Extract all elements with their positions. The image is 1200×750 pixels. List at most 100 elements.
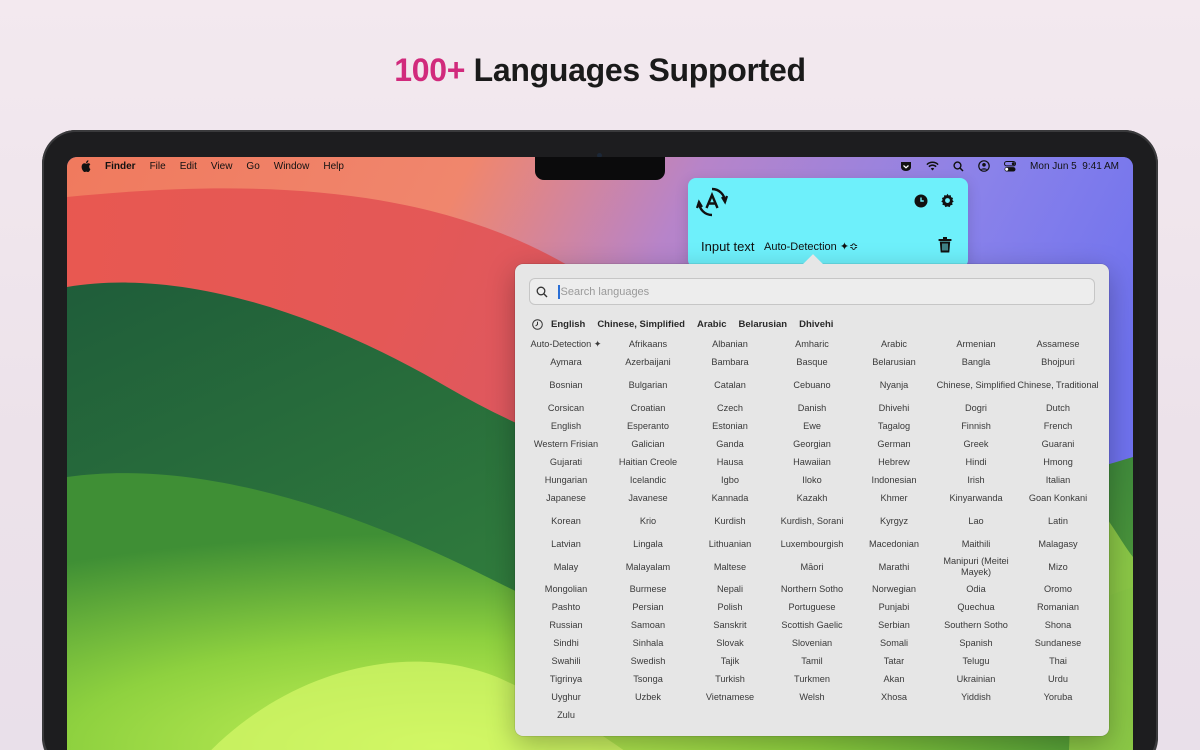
language-option[interactable]: Maithili (935, 535, 1017, 553)
language-option[interactable]: Romanian (1017, 599, 1099, 617)
language-option[interactable]: Lao (935, 507, 1017, 535)
language-option[interactable]: Belarusian (853, 354, 935, 372)
language-option[interactable]: Odia (935, 581, 1017, 599)
language-option[interactable]: Javanese (607, 489, 689, 507)
language-option[interactable]: Xhosa (853, 688, 935, 706)
language-option[interactable]: Portuguese (771, 599, 853, 617)
language-option[interactable]: Quechua (935, 599, 1017, 617)
language-option[interactable]: Catalan (689, 372, 771, 400)
language-option[interactable]: Tagalog (853, 418, 935, 436)
language-option[interactable]: German (853, 436, 935, 454)
source-language-selector[interactable]: Auto-Detection ✦≎ (764, 240, 858, 253)
language-search-input[interactable] (560, 285, 1061, 298)
language-option[interactable]: Korean (525, 507, 607, 535)
recent-language-item[interactable]: Arabic (697, 319, 727, 330)
language-option[interactable]: Icelandic (607, 471, 689, 489)
control-center-icon[interactable] (1004, 160, 1017, 172)
language-option[interactable]: Punjabi (853, 599, 935, 617)
language-option[interactable]: Burmese (607, 581, 689, 599)
language-option[interactable]: Latin (1017, 507, 1099, 535)
language-option[interactable]: Samoan (607, 617, 689, 635)
language-option[interactable]: Japanese (525, 489, 607, 507)
language-option[interactable]: Akan (853, 670, 935, 688)
language-option[interactable]: Ganda (689, 436, 771, 454)
language-option[interactable]: Western Frisian (525, 436, 607, 454)
language-option[interactable]: Shona (1017, 617, 1099, 635)
language-option[interactable]: Māori (771, 553, 853, 581)
language-option[interactable]: Finnish (935, 418, 1017, 436)
wifi-icon[interactable] (926, 161, 939, 171)
language-option[interactable]: Sindhi (525, 635, 607, 653)
language-option[interactable]: Southern Sotho (935, 617, 1017, 635)
language-option[interactable]: Krio (607, 507, 689, 535)
language-option[interactable]: Nepali (689, 581, 771, 599)
language-option[interactable]: Italian (1017, 471, 1099, 489)
language-option[interactable]: Estonian (689, 418, 771, 436)
language-option[interactable]: Hawaiian (771, 453, 853, 471)
language-option[interactable]: Haitian Creole (607, 453, 689, 471)
language-option[interactable]: Mongolian (525, 581, 607, 599)
language-option[interactable]: Turkmen (771, 670, 853, 688)
menu-help[interactable]: Help (323, 161, 344, 172)
language-option[interactable]: Dhivehi (853, 400, 935, 418)
language-option[interactable]: Latvian (525, 535, 607, 553)
language-option[interactable]: Dogri (935, 400, 1017, 418)
language-option[interactable]: Persian (607, 599, 689, 617)
language-option[interactable]: Esperanto (607, 418, 689, 436)
language-option[interactable]: Aymara (525, 354, 607, 372)
settings-gear-icon[interactable] (940, 193, 955, 213)
language-option[interactable]: Bulgarian (607, 372, 689, 400)
menu-view[interactable]: View (211, 161, 233, 172)
language-option[interactable]: Slovenian (771, 635, 853, 653)
language-option[interactable]: Armenian (935, 336, 1017, 354)
history-clock-icon[interactable] (914, 194, 928, 213)
recent-language-item[interactable]: Dhivehi (799, 319, 833, 330)
language-option[interactable]: Kurdish, Sorani (771, 507, 853, 535)
language-option[interactable]: Albanian (689, 336, 771, 354)
language-option[interactable]: Zulu (525, 706, 607, 724)
language-option[interactable]: Goan Konkani (1017, 489, 1099, 507)
language-option[interactable]: Welsh (771, 688, 853, 706)
language-option[interactable]: Sinhala (607, 635, 689, 653)
recent-language-item[interactable]: English (551, 319, 585, 330)
language-option[interactable]: Norwegian (853, 581, 935, 599)
spotlight-search-icon[interactable] (953, 160, 964, 172)
language-option[interactable]: Kinyarwanda (935, 489, 1017, 507)
language-option[interactable]: Bangla (935, 354, 1017, 372)
language-option[interactable]: Russian (525, 617, 607, 635)
language-option[interactable]: Mizo (1017, 553, 1099, 581)
language-option[interactable]: Auto-Detection ✦ (525, 336, 607, 354)
language-option[interactable]: Amharic (771, 336, 853, 354)
language-option[interactable]: Scottish Gaelic (771, 617, 853, 635)
language-option[interactable]: Tamil (771, 653, 853, 671)
language-option[interactable]: Croatian (607, 400, 689, 418)
language-option[interactable]: Khmer (853, 489, 935, 507)
language-option[interactable]: Georgian (771, 436, 853, 454)
language-option[interactable]: Danish (771, 400, 853, 418)
language-option[interactable]: Kurdish (689, 507, 771, 535)
language-option[interactable]: Uyghur (525, 688, 607, 706)
language-option[interactable]: Lithuanian (689, 535, 771, 553)
language-option[interactable]: Lingala (607, 535, 689, 553)
language-option[interactable]: Iloko (771, 471, 853, 489)
language-option[interactable]: Spanish (935, 635, 1017, 653)
language-option[interactable]: Swedish (607, 653, 689, 671)
language-option[interactable]: Malay (525, 553, 607, 581)
language-option[interactable]: Marathi (853, 553, 935, 581)
language-option[interactable]: Chinese, Simplified (935, 372, 1017, 400)
language-option[interactable]: Northern Sotho (771, 581, 853, 599)
language-option[interactable]: Pashto (525, 599, 607, 617)
language-option[interactable]: Yoruba (1017, 688, 1099, 706)
language-option[interactable]: Gujarati (525, 453, 607, 471)
language-option[interactable]: Yiddish (935, 688, 1017, 706)
language-option[interactable]: Hmong (1017, 453, 1099, 471)
language-option[interactable]: Manipuri (Meitei Mayek) (935, 553, 1017, 581)
language-option[interactable]: Hebrew (853, 453, 935, 471)
language-option[interactable]: Malayalam (607, 553, 689, 581)
language-option[interactable]: Corsican (525, 400, 607, 418)
language-option[interactable]: Serbian (853, 617, 935, 635)
language-option[interactable]: Maltese (689, 553, 771, 581)
language-option[interactable]: Nyanja (853, 372, 935, 400)
language-option[interactable]: Galician (607, 436, 689, 454)
apple-icon[interactable] (81, 160, 91, 172)
